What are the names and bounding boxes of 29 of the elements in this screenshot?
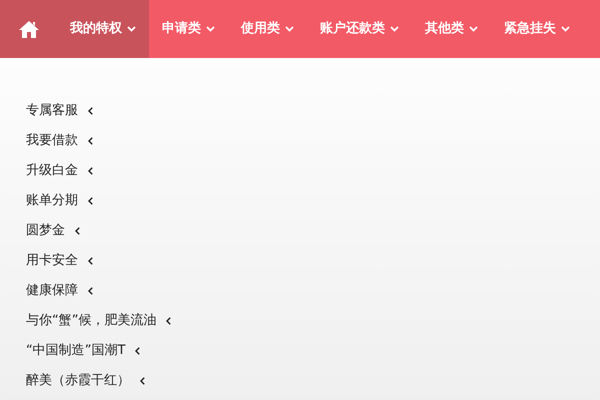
chevron-down-icon [390,26,399,32]
home-icon [18,20,38,38]
menu-link[interactable]: 我要借款 [26,131,93,151]
nav-tab[interactable]: 我的特权 [57,0,149,58]
chevron-left-icon [88,257,93,265]
menu-link[interactable]: 与你“蟹”候，肥美流油 [26,311,172,331]
chevron-down-icon [206,26,215,32]
menu-link[interactable]: 专属客服 [26,101,93,121]
menu-link[interactable]: 圆梦金 [26,221,80,241]
chevron-down-icon [285,26,294,32]
chevron-left-icon [88,167,93,175]
chevron-left-icon [88,197,93,205]
chevron-left-icon [88,287,93,295]
home-button[interactable] [0,0,57,58]
chevron-left-icon [75,227,80,235]
chevron-left-icon [88,137,93,145]
chevron-down-icon [469,26,478,32]
menu-link[interactable]: “中国制造”国潮T [26,341,140,361]
menu-link[interactable]: 醉美（赤霞干红） [26,371,145,391]
chevron-left-icon [135,347,140,355]
chevron-down-icon [561,26,570,32]
chevron-down-icon [127,26,136,32]
menu-link[interactable]: 健康保障 [26,281,93,301]
menu-link[interactable]: 升级白金 [26,161,93,181]
chevron-left-icon [166,317,172,325]
chevron-left-icon [140,377,145,385]
menu-link[interactable]: 账单分期 [26,191,93,211]
menu-link[interactable]: 用卡安全 [26,251,93,271]
chevron-left-icon [88,107,93,115]
